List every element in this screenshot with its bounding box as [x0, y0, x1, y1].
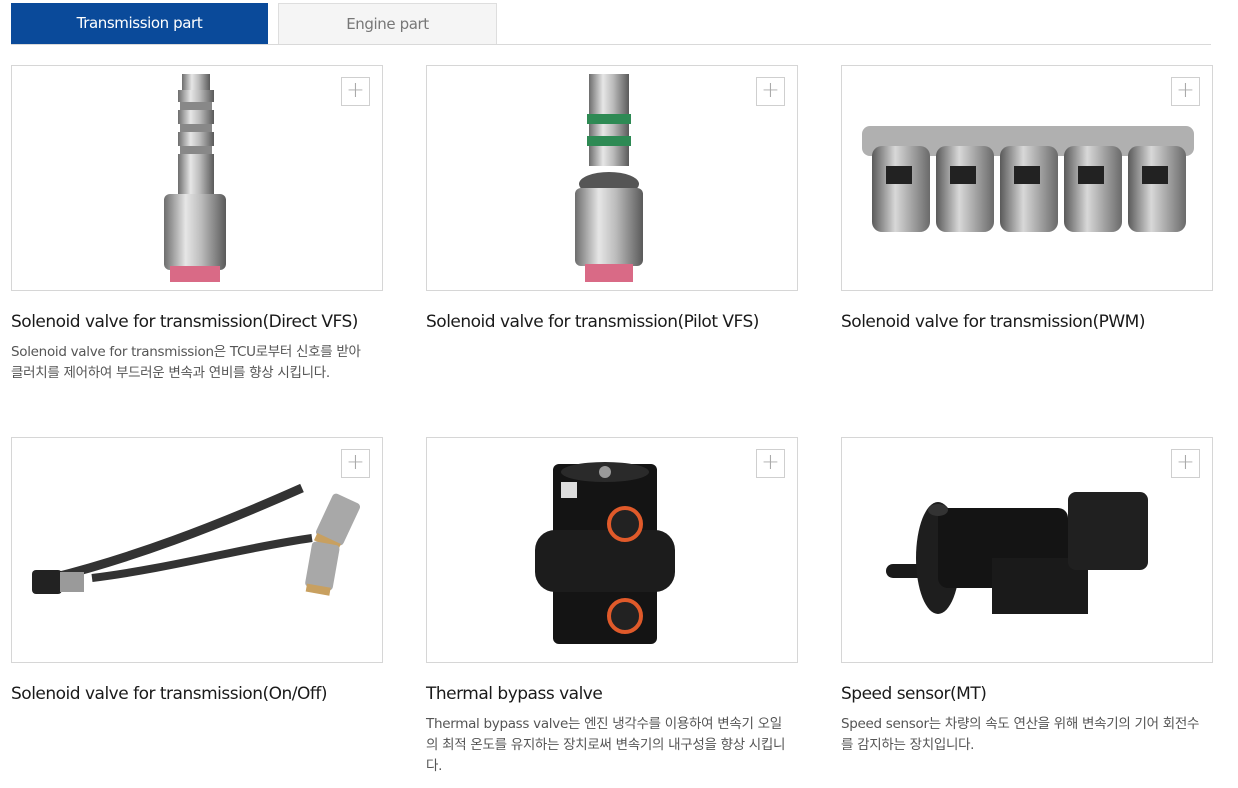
product-image-pwm[interactable]: +: [841, 65, 1213, 291]
expand-plus-button[interactable]: +: [1171, 449, 1200, 478]
tab-engine-part[interactable]: Engine part: [278, 3, 497, 44]
product-description: Thermal bypass valve는 엔진 냉각수를 이용하여 변속기 오…: [426, 716, 786, 774]
product-card-on-off[interactable]: + Solenoid valve for transmission(On/Off…: [11, 437, 383, 714]
solenoid-harness-image: [32, 483, 361, 596]
product-image-direct-vfs[interactable]: +: [11, 65, 383, 291]
speed-sensor-image: [886, 492, 1148, 614]
product-image-on-off[interactable]: +: [11, 437, 383, 663]
solenoid-valve-image: [575, 74, 643, 282]
product-card-speed-sensor[interactable]: + Speed sensor(MT) Speed sensor는 차량의 속도 …: [841, 437, 1213, 756]
expand-plus-button[interactable]: +: [341, 449, 370, 478]
product-card-pwm[interactable]: + Solenoid valve for transmission(PWM): [841, 65, 1213, 342]
solenoid-pack-image: [862, 126, 1194, 232]
solenoid-valve-image: [164, 74, 226, 282]
product-title[interactable]: Solenoid valve for transmission(Pilot VF…: [426, 311, 798, 333]
product-title[interactable]: Solenoid valve for transmission(PWM): [841, 311, 1213, 333]
expand-plus-button[interactable]: +: [1171, 77, 1200, 106]
product-card-thermal-bypass[interactable]: + Thermal bypass valve Thermal bypass va…: [426, 437, 798, 777]
product-title[interactable]: Solenoid valve for transmission(Direct V…: [11, 311, 383, 333]
product-title[interactable]: Speed sensor(MT): [841, 683, 1213, 705]
product-image-pilot-vfs[interactable]: +: [426, 65, 798, 291]
product-card-direct-vfs[interactable]: + Solenoid valve for transmission(Direct…: [11, 65, 383, 384]
product-description: Solenoid valve for transmission은 TCU로부터 …: [11, 344, 361, 381]
expand-plus-button[interactable]: +: [756, 77, 785, 106]
tab-transmission-part[interactable]: Transmission part: [11, 3, 268, 44]
product-description: Speed sensor는 차량의 속도 연산을 위해 변속기의 기어 회전수를…: [841, 716, 1200, 753]
thermal-bypass-valve-image: [535, 462, 675, 644]
expand-plus-button[interactable]: +: [341, 77, 370, 106]
product-title[interactable]: Solenoid valve for transmission(On/Off): [11, 683, 383, 705]
product-image-thermal-bypass[interactable]: +: [426, 437, 798, 663]
expand-plus-button[interactable]: +: [756, 449, 785, 478]
product-image-speed-sensor[interactable]: +: [841, 437, 1213, 663]
product-tabs: Transmission part Engine part: [11, 3, 1211, 45]
product-card-pilot-vfs[interactable]: + Solenoid valve for transmission(Pilot …: [426, 65, 798, 342]
product-title[interactable]: Thermal bypass valve: [426, 683, 798, 705]
